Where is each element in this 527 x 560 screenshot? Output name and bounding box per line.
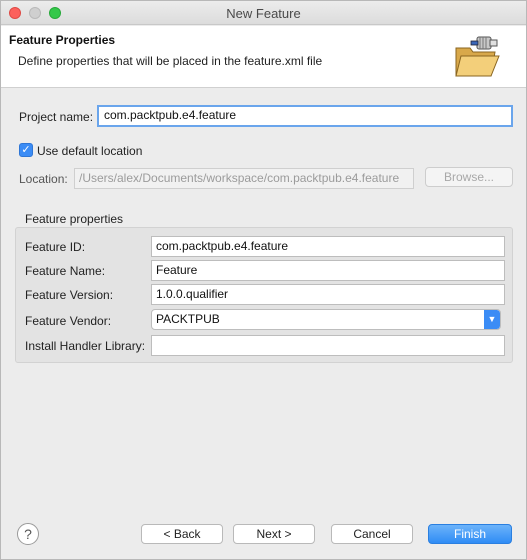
feature-id-label: Feature ID: [25, 240, 86, 254]
feature-id-input[interactable]: com.packtpub.e4.feature [151, 236, 505, 257]
feature-properties-group-title: Feature properties [25, 212, 124, 226]
project-name-label: Project name: [19, 110, 94, 124]
new-feature-dialog: New Feature Feature Properties Define pr… [0, 0, 527, 560]
wizard-banner: Feature Properties Define properties tha… [1, 26, 526, 88]
feature-version-input[interactable]: 1.0.0.qualifier [151, 284, 505, 305]
feature-version-label: Feature Version: [25, 288, 114, 302]
feature-vendor-value: PACKTPUB [156, 312, 220, 326]
feature-vendor-select[interactable]: PACKTPUB ▼ [151, 309, 501, 330]
project-name-input[interactable]: com.packtpub.e4.feature [97, 105, 513, 127]
install-handler-library-label: Install Handler Library: [25, 339, 146, 353]
window-title: New Feature [226, 6, 301, 21]
folder-plugin-icon [455, 36, 500, 77]
help-button[interactable]: ? [17, 523, 39, 545]
use-default-location-label: Use default location [37, 144, 143, 158]
browse-button[interactable]: Browse... [425, 167, 513, 187]
feature-vendor-label: Feature Vendor: [25, 314, 112, 328]
feature-name-label: Feature Name: [25, 264, 106, 278]
location-input[interactable]: /Users/alex/Documents/workspace/com.pack… [74, 168, 414, 189]
back-button[interactable]: < Back [141, 524, 223, 544]
banner-description: Define properties that will be placed in… [18, 54, 323, 68]
title-bar: New Feature [1, 1, 526, 25]
finish-button[interactable]: Finish [428, 524, 512, 544]
use-default-location-checkbox[interactable]: ✓ [19, 143, 33, 157]
install-handler-library-input[interactable] [151, 335, 505, 356]
next-button[interactable]: Next > [233, 524, 315, 544]
feature-name-input[interactable]: Feature [151, 260, 505, 281]
cancel-button[interactable]: Cancel [331, 524, 413, 544]
banner-title: Feature Properties [9, 33, 116, 47]
location-label: Location: [19, 172, 68, 186]
chevron-down-icon: ▼ [484, 310, 500, 329]
